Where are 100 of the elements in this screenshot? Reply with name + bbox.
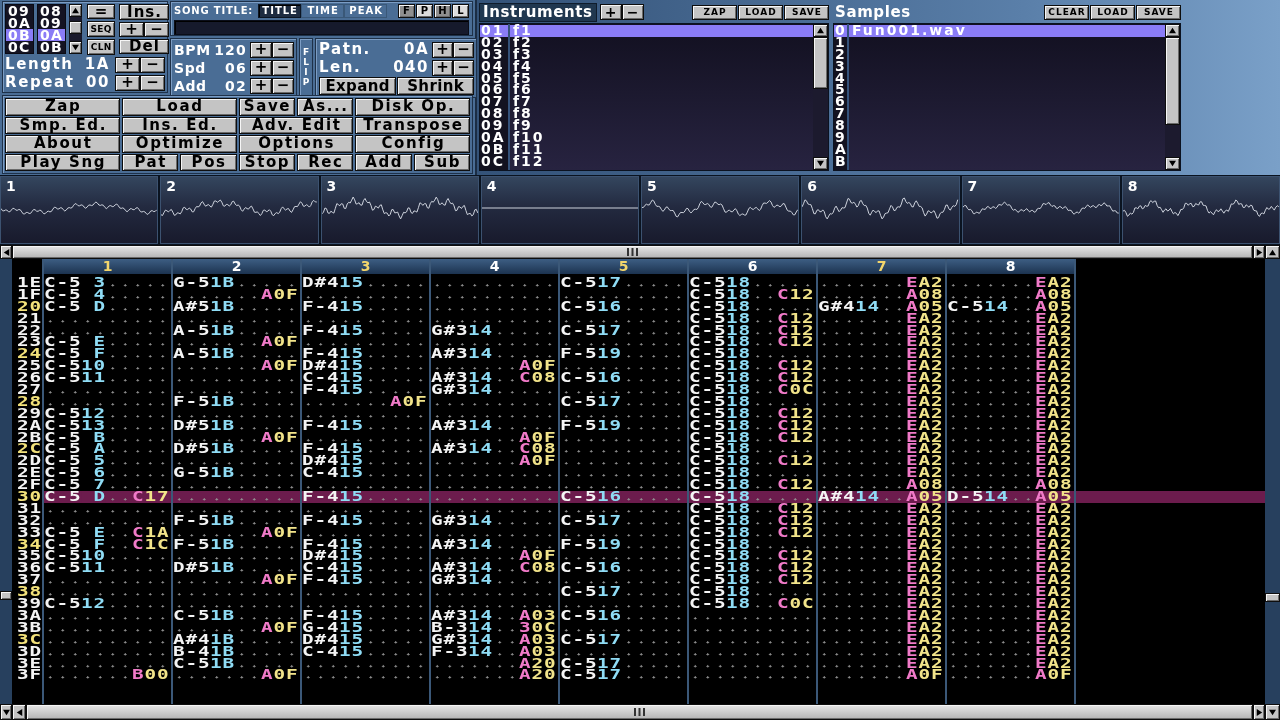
item-name[interactable]: f2 (510, 36, 813, 49)
minus-button[interactable]: − (453, 41, 474, 58)
sample-editor-button[interactable]: Smp. Ed. (5, 116, 120, 134)
delete-button[interactable]: Del (119, 39, 169, 54)
item-number[interactable]: 0A (480, 132, 508, 144)
display-mode-tab[interactable]: TIME (301, 4, 345, 18)
item-name[interactable]: f8 (510, 108, 813, 121)
item-number[interactable]: 02 (480, 36, 508, 49)
item-number[interactable]: 0B (480, 143, 508, 156)
item-number[interactable]: 2 (834, 48, 847, 61)
item-number[interactable]: 4 (834, 72, 847, 85)
display-mode-tab[interactable]: TITLE (258, 4, 302, 18)
minus-button[interactable]: − (272, 41, 294, 58)
expand-button[interactable]: Expand (319, 77, 396, 95)
plus-button[interactable]: + (250, 41, 272, 58)
channel-header[interactable]: 4 (431, 259, 558, 274)
scroll-up-button[interactable] (813, 24, 828, 37)
zap-button[interactable]: Zap (5, 98, 120, 116)
channel-header[interactable]: 1 (44, 259, 171, 274)
item-number[interactable]: 7 (834, 108, 847, 121)
item-number[interactable]: 03 (480, 48, 508, 61)
song-position-number[interactable]: 0A (6, 17, 33, 29)
item-name[interactable]: f11 (510, 143, 813, 156)
save-button[interactable]: SAVE (1136, 4, 1181, 20)
minus-button[interactable]: − (144, 22, 169, 37)
plus-button[interactable]: + (599, 4, 622, 20)
flip-label[interactable]: FLIP (301, 48, 311, 88)
toggle-button[interactable]: P (416, 4, 433, 18)
scroll-right-button[interactable] (1253, 704, 1265, 720)
item-number[interactable]: B (834, 155, 847, 168)
instrument-editor-button[interactable]: Ins. Ed. (121, 116, 237, 134)
play-pattern-button[interactable]: Pat (121, 153, 179, 171)
minus-button[interactable]: − (453, 59, 474, 76)
song-title-field[interactable] (174, 20, 469, 35)
minus-button[interactable]: − (140, 74, 165, 91)
scrollbar-thumb[interactable] (69, 21, 82, 34)
minus-button[interactable]: − (272, 77, 294, 94)
plus-button[interactable]: + (250, 77, 272, 94)
about-button[interactable]: About (5, 135, 120, 153)
item-name[interactable]: f4 (510, 60, 813, 73)
toggle-button[interactable]: F (398, 4, 415, 18)
transpose-button[interactable]: Transpose (355, 116, 470, 134)
save-button[interactable]: Save (238, 98, 295, 116)
load-button[interactable]: LOAD (1090, 4, 1135, 20)
scroll-up-button[interactable] (1265, 245, 1280, 259)
scrollbar-thumb[interactable] (1265, 592, 1280, 602)
item-name[interactable]: f6 (510, 84, 813, 97)
item-number[interactable]: 1 (834, 36, 847, 49)
minus-button[interactable]: − (272, 59, 294, 76)
item-name[interactable]: f10 (510, 132, 813, 144)
item-name[interactable]: f9 (510, 120, 813, 132)
item-number[interactable]: 07 (480, 96, 508, 109)
item-number[interactable]: 6 (834, 96, 847, 109)
scroll-down-button[interactable] (1265, 704, 1280, 720)
channel-header[interactable]: 7 (818, 259, 945, 274)
scroll-left-button[interactable] (0, 245, 12, 259)
stop-button[interactable]: Stop (238, 153, 295, 171)
pattern-number[interactable]: 09 (38, 17, 65, 29)
item-number[interactable]: 06 (480, 84, 508, 97)
plus-button[interactable]: + (115, 74, 140, 91)
channel-header[interactable]: 2 (173, 259, 300, 274)
advanced-edit-button[interactable]: Adv. Edit (238, 116, 354, 134)
config-button[interactable]: Config (355, 135, 470, 153)
song-position-number[interactable]: 09 (6, 5, 33, 17)
scrollbar-thumb[interactable] (12, 245, 1253, 259)
play-position-button[interactable]: Pos (180, 153, 237, 171)
item-number[interactable]: 0C (480, 155, 508, 168)
toggle-button[interactable]: L (452, 4, 469, 18)
item-number[interactable]: A (834, 143, 847, 156)
scroll-down-button[interactable] (813, 157, 828, 170)
item-number[interactable]: 9 (834, 132, 847, 144)
load-button[interactable]: Load (121, 98, 237, 116)
plus-button[interactable]: + (432, 41, 453, 58)
item-name[interactable]: f5 (510, 72, 813, 85)
channel-header[interactable]: 6 (689, 259, 816, 274)
scroll-left-button[interactable] (12, 704, 26, 720)
scroll-down-button[interactable] (69, 41, 82, 54)
clear-button[interactable]: CLEAR (1044, 4, 1089, 20)
save-as-button[interactable]: As... (296, 98, 354, 116)
song-position-number[interactable]: 0C (6, 41, 33, 53)
plus-button[interactable]: + (115, 56, 140, 73)
item-number[interactable]: 09 (480, 120, 508, 132)
scrollbar-thumb[interactable] (813, 37, 828, 89)
load-button[interactable]: LOAD (738, 4, 783, 20)
scroll-down-button[interactable] (1165, 157, 1180, 170)
scroll-right-button[interactable] (1253, 245, 1265, 259)
disk-op-button[interactable]: Disk Op. (355, 98, 470, 116)
play-song-button[interactable]: Play Sng (5, 153, 120, 171)
zap-button[interactable]: ZAP (692, 4, 737, 20)
toggle-button[interactable]: H (434, 4, 451, 18)
item-number[interactable]: 3 (834, 60, 847, 73)
item-number[interactable]: 8 (834, 120, 847, 132)
plus-button[interactable]: + (250, 59, 272, 76)
save-button[interactable]: SAVE (784, 4, 829, 20)
item-name[interactable]: f3 (510, 48, 813, 61)
optimize-button[interactable]: Optimize (121, 135, 237, 153)
channel-header[interactable]: 5 (560, 259, 687, 274)
subtract-button[interactable]: Sub (413, 153, 470, 171)
pattern-number[interactable]: 0B (38, 41, 65, 53)
item-number[interactable]: 05 (480, 72, 508, 85)
